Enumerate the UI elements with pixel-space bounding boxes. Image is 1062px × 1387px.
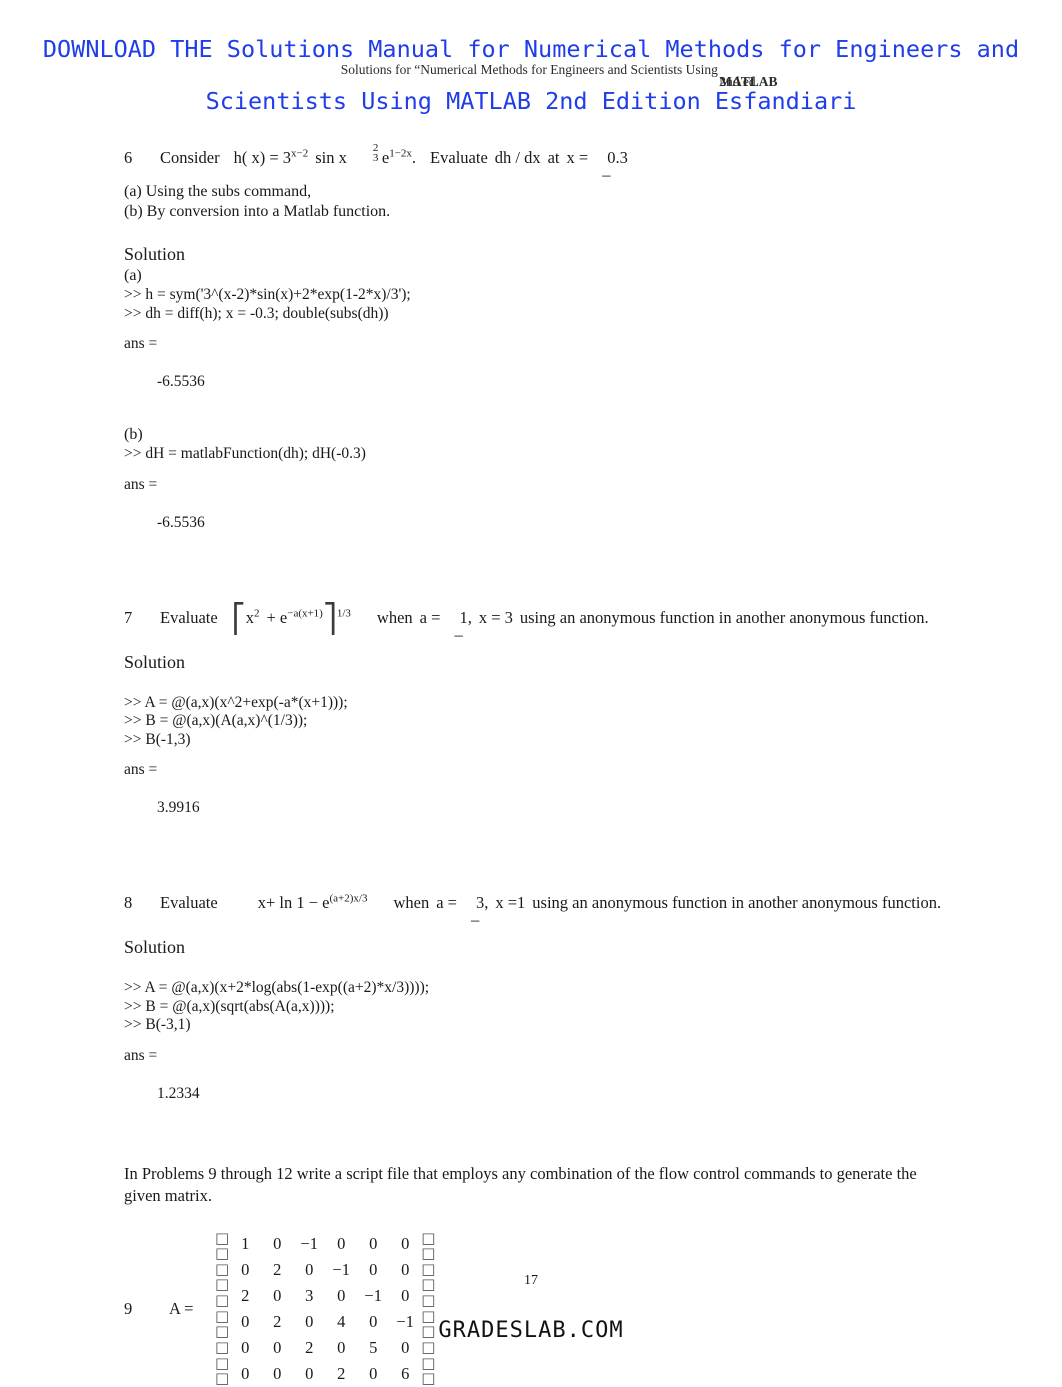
document-page: 6 Consider h( x) = 3x−2 sin x 2 3 e1−2x. Evalua… bbox=[0, 0, 1062, 1386]
matrix-cell: 0 bbox=[273, 1233, 282, 1253]
problem-6-statement: 6 Consider h( x) = 3x−2 sin x 2 3 e1−2x. Evalua… bbox=[124, 142, 628, 185]
matrix-cell: 0 bbox=[337, 1233, 346, 1253]
matrix-cell: 0 bbox=[401, 1233, 410, 1253]
page-number: 17 bbox=[524, 1273, 538, 1288]
problem-6-number: 6 bbox=[124, 148, 133, 167]
matrix-cell: −1 bbox=[300, 1233, 318, 1253]
problem-6-subpart-a: (a) Using the subs command, bbox=[124, 183, 312, 200]
problem-6-sinx: sin x bbox=[315, 148, 347, 167]
matrix-cell: 1 bbox=[241, 1233, 250, 1253]
instruction-line-2: given matrix. bbox=[124, 1185, 212, 1205]
matrix-cell: 2 bbox=[337, 1363, 346, 1383]
problem-7-outer-exponent: 1/3 bbox=[336, 607, 351, 619]
problem-7-code-1: >> A = @(a,x)(x^2+exp(-a*(x+1))); bbox=[124, 693, 348, 711]
problem-7-x-exponent: 2 bbox=[253, 607, 260, 619]
problem-8-statement: 8 Evaluate x+ ln 1 − e(a+2)x/3 when a = –3, x … bbox=[124, 892, 942, 929]
problem-7-when: when bbox=[376, 607, 413, 627]
matrix-cell: 0 bbox=[369, 1233, 378, 1253]
problem-8-tail: using an anonymous function in another a… bbox=[532, 893, 942, 912]
problem-6-evaluate: Evaluate bbox=[430, 148, 488, 167]
problem-7-ans-label: ans = bbox=[124, 761, 158, 778]
problem-6-block-b-ans-label: ans = bbox=[124, 475, 158, 493]
instruction-paragraph: In Problems 9 through 12 write a script … bbox=[124, 1163, 986, 1207]
problem-6-derivative: dh / dx bbox=[494, 148, 541, 167]
problem-7-x: x bbox=[245, 607, 254, 627]
problem-7-verb: Evaluate bbox=[160, 607, 218, 627]
problem-6-block-b-code-1: >> dH = matlabFunction(dh); dH(-0.3) bbox=[124, 445, 366, 462]
matrix-cells: 1 0 −1 0 0 0 0 2 0 −1 0 0 2 0 3 0 −1 0 0… bbox=[229, 1231, 421, 1387]
matrix-cell: 0 bbox=[241, 1363, 250, 1383]
problem-6-subpart-b: (b) By conversion into a Matlab function… bbox=[124, 203, 391, 220]
problem-7-e-exponent: −a(x+1) bbox=[287, 607, 323, 619]
instruction-line-1: In Problems 9 through 12 write a script … bbox=[124, 1163, 917, 1183]
problem-6: 6 Consider h( x) = 3x−2 sin x 2 3 e1−2x. Evalua… bbox=[124, 142, 986, 532]
problem-6-period: . bbox=[411, 148, 417, 167]
problem-6-block-b-ans-value: -6.5536 bbox=[157, 513, 205, 531]
matrix-cell: 0 bbox=[273, 1363, 282, 1383]
matrix-cell: 0 bbox=[369, 1363, 378, 1383]
problem-7-ans-value: 3.9916 bbox=[157, 799, 200, 816]
problem-7-plus-e: + e bbox=[266, 607, 288, 627]
problem-6-xeq: x = bbox=[566, 148, 589, 167]
problem-6-verb: Consider bbox=[160, 148, 220, 167]
problem-7-number: 7 bbox=[124, 607, 133, 627]
problem-6-hx: h( x) = 3 bbox=[233, 148, 292, 167]
matrix-left-bracket-icon: □ □ □ □ □ □ □ □ □ □ bbox=[215, 1228, 230, 1387]
problem-8-aeq: a = bbox=[436, 893, 457, 912]
problem-9-number: 9 bbox=[124, 1298, 133, 1318]
problem-8-solution-label: Solution bbox=[124, 937, 186, 957]
problem-6-solution-label: Solution bbox=[124, 244, 186, 264]
problem-7-statement: 7 Evaluate ⎡x2 + e−a(x+1)⎤1/3 when a = –1, x = … bbox=[124, 601, 929, 644]
problem-6-block-a-code-1: >> h = sym('3^(x-2)*sin(x)+2*exp(1-2*x)/… bbox=[124, 286, 411, 303]
problem-6-block-b-part: (b) bbox=[124, 426, 143, 443]
problem-6-block-a-code-2: >> dh = diff(h); x = -0.3; double(subs(d… bbox=[124, 304, 389, 322]
problem-8-code-3: >> B(-3,1) bbox=[124, 1016, 191, 1033]
problem-9: 9 A = □ □ □ □ □ □ □ □ □ □ 1 0 −1 0 0 0 0 2 0 −1 0… bbox=[124, 1228, 986, 1387]
problem-8-code-2: >> B = @(a,x)(sqrt(abs(A(a,x)))); bbox=[124, 997, 335, 1015]
problem-6-exponent-1: x−2 bbox=[291, 147, 309, 160]
problem-8-comma: , bbox=[484, 893, 489, 912]
problem-6-block-a-ans-value: -6.5536 bbox=[157, 373, 205, 390]
problem-7-code-2: >> B = @(a,x)(A(a,x)^(1/3)); bbox=[124, 712, 308, 729]
content-column: 6 Consider h( x) = 3x−2 sin x 2 3 e1−2x. Evalua… bbox=[124, 142, 986, 1387]
problem-9-matrix: □ □ □ □ □ □ □ □ □ □ 1 0 −1 0 0 0 0 2 0 −1 0 0 2 0… bbox=[215, 1228, 436, 1387]
problem-7: 7 Evaluate ⎡x2 + e−a(x+1)⎤1/3 when a = –1, x = … bbox=[124, 601, 986, 818]
problem-8: 8 Evaluate x+ ln 1 − e(a+2)x/3 when a = –3, x … bbox=[124, 891, 986, 1103]
matrix-cell: 0 bbox=[305, 1363, 314, 1383]
matrix-cell: 6 bbox=[401, 1363, 410, 1383]
problem-7-solution-label: Solution bbox=[124, 651, 186, 672]
problem-7-tail: using an anonymous function in another a… bbox=[519, 607, 929, 627]
matrix-right-bracket-icon: □ □ □ □ □ □ □ □ □ □ bbox=[421, 1228, 436, 1387]
problem-8-ans-value: 1.2334 bbox=[157, 1084, 200, 1102]
problem-8-code-1: >> A = @(a,x)(x+2*log(abs(1-exp((a+2)*x/… bbox=[124, 979, 430, 996]
problem-6-block-a-ans-label: ans = bbox=[124, 335, 158, 352]
problem-9-matrix-label: A = bbox=[169, 1298, 194, 1318]
problem-6-fraction: 23 bbox=[372, 143, 382, 164]
problem-7-comma: , bbox=[467, 607, 472, 627]
problem-8-e-exponent: (a+2)x/3 bbox=[329, 892, 368, 905]
problem-8-expression-body: x+ ln 1 − e bbox=[257, 893, 330, 912]
problem-6-exponent-2: 1−2x bbox=[389, 147, 412, 160]
problem-8-when: when bbox=[393, 893, 430, 912]
problem-7-code-3: >> B(-1,3) bbox=[124, 730, 191, 748]
problem-7-aeq: a = bbox=[419, 607, 441, 627]
problem-8-number: 8 bbox=[124, 893, 133, 912]
problem-8-verb: Evaluate bbox=[160, 893, 218, 912]
problem-6-block-a-part: (a) bbox=[124, 267, 142, 284]
problem-6-fraction-denominator: 3 bbox=[372, 152, 379, 164]
brand-footer: GRADESLAB.COM bbox=[438, 1318, 624, 1343]
problem-6-at: at bbox=[547, 148, 560, 167]
problem-8-ans-label: ans = bbox=[124, 1046, 158, 1064]
problem-7-xeq: x = 3 bbox=[478, 607, 513, 627]
problem-8-xeq: x =1 bbox=[495, 893, 526, 912]
